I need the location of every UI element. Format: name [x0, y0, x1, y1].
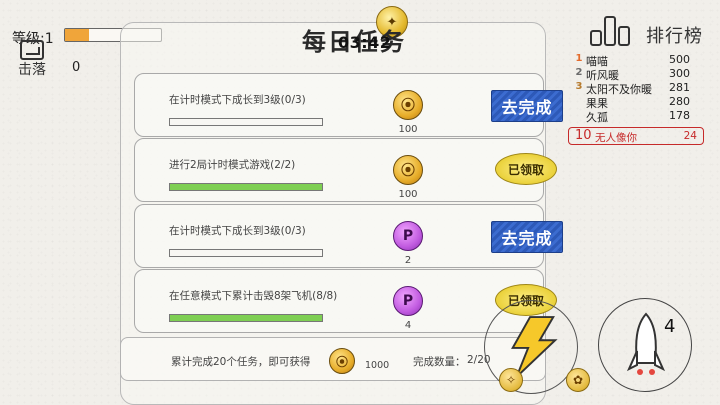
task-text: 在计时模式下成长到3级(0/3): [169, 94, 306, 106]
leaderboard-row: 果果 280: [572, 95, 704, 110]
leaderboard-me-row: 10 无人像你 24: [568, 127, 704, 145]
task-reward: 4: [404, 320, 412, 331]
claimed-badge: 已领取: [495, 153, 557, 185]
me-name: 无人像你: [595, 132, 637, 144]
summary-coin-icon: ⦿: [329, 348, 355, 374]
task-progress-bar: [169, 183, 323, 191]
gold-coin-icon: ⦿: [393, 155, 423, 185]
task-progress-fill: [170, 315, 322, 321]
task-reward: 100: [398, 124, 418, 135]
summary-text: 累计完成20个任务，即可获得: [171, 356, 311, 368]
gold-coin-icon: ⦿: [393, 90, 423, 120]
task-progress-bar: [169, 118, 323, 126]
skill-slot-1-icon[interactable]: ✧: [499, 368, 523, 392]
leaderboard-score: 281: [669, 81, 690, 94]
rocket-count: 4: [664, 316, 676, 337]
task-card: 在任意模式下累计击毁8架飞机(8/8) P 4 已领取: [134, 269, 557, 333]
kills-value: 0: [72, 60, 81, 75]
leaderboard-row: 久孤 178: [572, 109, 704, 124]
task-text: 进行2局计时模式游戏(2/2): [169, 159, 296, 171]
leaderboard-rank: 3: [575, 81, 583, 92]
rocket-icon: [626, 312, 666, 375]
leaderboard-icon[interactable]: [586, 12, 640, 46]
go-complete-button[interactable]: 去完成: [491, 221, 563, 253]
me-rank: 10: [575, 128, 592, 143]
leaderboard-name: 久孤: [586, 111, 608, 124]
leaderboard-title[interactable]: 排行榜: [646, 22, 703, 48]
leaderboard-list: 1 喵喵 500 2 听风暖 300 3 太阳不及你暖 281 果果 280 久孤 178: [572, 53, 704, 124]
purple-coin-icon: P: [393, 286, 423, 316]
timer: 03:42: [338, 33, 392, 52]
summary-count-label: 完成数量：: [413, 356, 466, 368]
skill-slot-2-icon[interactable]: ✿: [566, 368, 590, 392]
go-complete-button[interactable]: 去完成: [491, 90, 563, 122]
leaderboard-row: 1 喵喵 500: [572, 53, 704, 68]
kills-label: 击落: [18, 62, 46, 78]
purple-coin-icon: P: [393, 221, 423, 251]
task-reward: 100: [398, 189, 418, 200]
leaderboard-score: 300: [669, 67, 690, 80]
rocket-button[interactable]: [598, 298, 692, 392]
task-progress-bar: [169, 314, 323, 322]
kills-icon: [20, 40, 44, 60]
level-progress-fill: [65, 29, 89, 41]
leaderboard-score: 178: [669, 109, 690, 122]
leaderboard-rank: 2: [575, 67, 583, 78]
leaderboard-row: 2 听风暖 300: [572, 67, 704, 82]
task-text: 在任意模式下累计击毁8架飞机(8/8): [169, 290, 338, 302]
leaderboard-score: 280: [669, 95, 690, 108]
leaderboard-rank: 1: [575, 53, 583, 64]
me-score: 24: [683, 130, 697, 142]
task-card: 在计时模式下成长到3级(0/3) ⦿ 100 去完成: [134, 73, 563, 137]
task-reward: 2: [404, 255, 412, 266]
summary-reward: 1000: [365, 360, 390, 371]
leaderboard-score: 500: [669, 53, 690, 66]
leaderboard-row: 3 太阳不及你暖 281: [572, 81, 704, 96]
summary-card: 累计完成20个任务，即可获得 ⦿ 1000 完成数量： 2/20: [120, 337, 546, 381]
task-text: 在计时模式下成长到3级(0/3): [169, 225, 306, 237]
task-card: 进行2局计时模式游戏(2/2) ⦿ 100 已领取: [134, 138, 557, 202]
task-card: 在计时模式下成长到3级(0/3) P 2 去完成: [134, 204, 563, 268]
task-progress-fill: [170, 184, 322, 190]
task-progress-bar: [169, 249, 323, 257]
